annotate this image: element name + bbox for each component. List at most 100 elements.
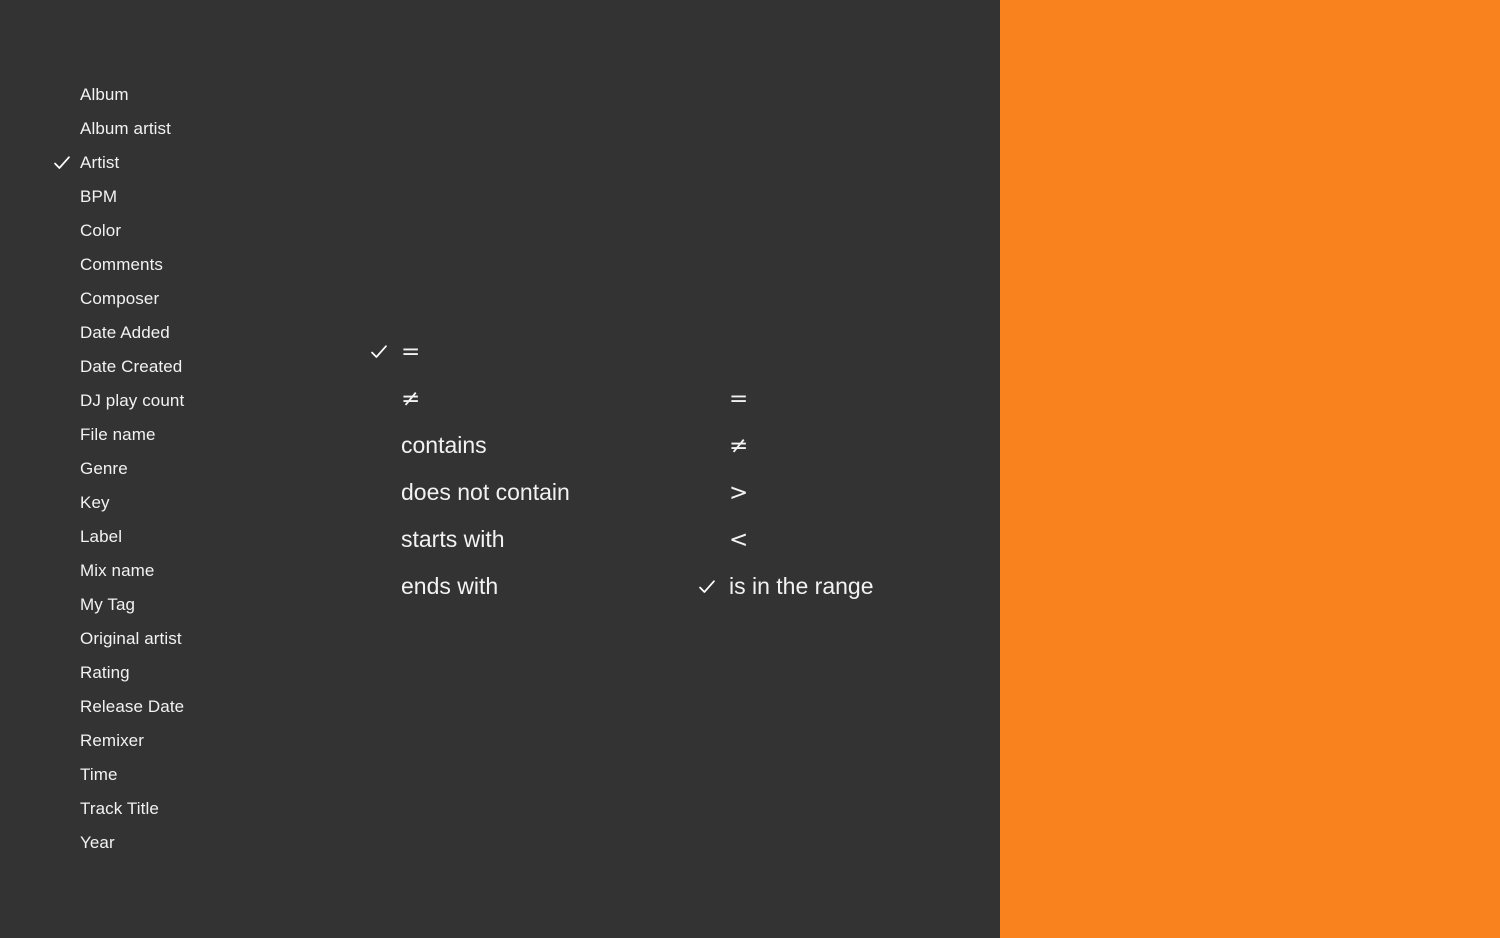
checkmark-icon-placeholder: [52, 629, 72, 649]
checkmark-icon-placeholder: [52, 561, 72, 581]
menu-item-comments[interactable]: Comments: [0, 248, 260, 282]
checkmark-icon-placeholder: [367, 483, 391, 503]
checkmark-icon: [695, 577, 719, 597]
checkmark-icon-placeholder: [52, 765, 72, 785]
menu-item-label: Comments: [80, 255, 163, 274]
menu-item-less-than[interactable]: <: [660, 516, 960, 563]
checkmark-icon-placeholder: [52, 663, 72, 683]
checkmark-icon-placeholder: [52, 391, 72, 411]
checkmark-icon-placeholder: [52, 323, 72, 343]
menu-item-color[interactable]: Color: [0, 214, 260, 248]
menu-item-label: Date Created: [80, 357, 183, 376]
menu-item-composer[interactable]: Composer: [0, 282, 260, 316]
menu-item-mix-name[interactable]: Mix name: [0, 554, 260, 588]
menu-item-ends-with[interactable]: ends with: [330, 563, 620, 610]
checkmark-icon-placeholder: [695, 436, 719, 456]
menu-item-label: Album: [80, 85, 129, 104]
menu-item-label: =: [729, 385, 749, 412]
menu-item-year[interactable]: Year: [0, 826, 260, 860]
checkmark-icon-placeholder: [52, 799, 72, 819]
checkmark-icon-placeholder: [52, 425, 72, 445]
menu-item-date-created[interactable]: Date Created: [0, 350, 260, 384]
menu-item-label: Artist: [80, 153, 120, 172]
menu-item-not-equals[interactable]: ≠: [330, 375, 620, 422]
menu-item-label: starts with: [401, 526, 505, 552]
menu-item-label: Album artist: [80, 119, 171, 138]
menu-item-greater-than[interactable]: >: [660, 469, 960, 516]
menu-item-label: Year: [80, 833, 115, 852]
menu-item-artist[interactable]: Artist: [0, 146, 260, 180]
menu-item-equals[interactable]: =: [330, 328, 620, 375]
checkmark-icon-placeholder: [52, 493, 72, 513]
menu-item-label: <: [729, 526, 749, 553]
menu-item-label: Label: [80, 527, 123, 546]
menu-item-original-artist[interactable]: Original artist: [0, 622, 260, 656]
menu-item-does-not-contain[interactable]: does not contain: [330, 469, 620, 516]
menu-item-rating[interactable]: Rating: [0, 656, 260, 690]
checkmark-icon: [367, 342, 391, 362]
menu-item-label[interactable]: Label: [0, 520, 260, 554]
menu-item-album-artist[interactable]: Album artist: [0, 112, 260, 146]
menu-item-my-tag[interactable]: My Tag: [0, 588, 260, 622]
checkmark-icon-placeholder: [367, 436, 391, 456]
menu-item-label: Time: [80, 765, 118, 784]
checkmark-icon: [52, 153, 72, 173]
checkmark-icon-placeholder: [695, 389, 719, 409]
menu-item-bpm[interactable]: BPM: [0, 180, 260, 214]
checkmark-icon-placeholder: [52, 221, 72, 241]
menu-item-label: Color: [80, 221, 122, 240]
checkmark-icon-placeholder: [52, 119, 72, 139]
menu-item-starts-with[interactable]: starts with: [330, 516, 620, 563]
menu-item-contains[interactable]: contains: [330, 422, 620, 469]
menu-item-track-title[interactable]: Track Title: [0, 792, 260, 826]
menu-item-label: ends with: [401, 573, 499, 599]
menu-item-label: does not contain: [401, 479, 570, 505]
app-screen: Album Album artist Artist BPM Color Comments C…: [0, 0, 1500, 938]
menu-item-label: Release Date: [80, 697, 185, 716]
menu-item-label: BPM: [80, 187, 118, 206]
checkmark-icon-placeholder: [52, 85, 72, 105]
menu-item-label: Mix name: [80, 561, 155, 580]
menu-item-label: File name: [80, 425, 156, 444]
menu-item-label: Original artist: [80, 629, 182, 648]
checkmark-icon-placeholder: [52, 595, 72, 615]
menu-item-date-added[interactable]: Date Added: [0, 316, 260, 350]
menu-item-not-equals[interactable]: ≠: [660, 422, 960, 469]
menu-item-label: Key: [80, 493, 110, 512]
menu-item-label: Composer: [80, 289, 160, 308]
menu-item-label: =: [401, 338, 421, 365]
checkmark-icon-placeholder: [52, 459, 72, 479]
checkmark-icon-placeholder: [367, 577, 391, 597]
menu-item-label: My Tag: [80, 595, 136, 614]
menu-item-label: ≠: [401, 385, 421, 412]
menu-item-time[interactable]: Time: [0, 758, 260, 792]
menu-item-label: >: [729, 479, 749, 506]
numeric-operator-menu: = ≠ > < is in the range: [660, 375, 960, 610]
filter-field-menu: Album Album artist Artist BPM Color Comments C…: [0, 78, 260, 860]
menu-item-label: is in the range: [729, 573, 874, 599]
menu-item-dj-play-count[interactable]: DJ play count: [0, 384, 260, 418]
menu-item-album[interactable]: Album: [0, 78, 260, 112]
orange-background-panel: [1000, 0, 1500, 938]
menu-item-equals[interactable]: =: [660, 375, 960, 422]
checkmark-icon-placeholder: [52, 527, 72, 547]
checkmark-icon-placeholder: [695, 483, 719, 503]
checkmark-icon-placeholder: [367, 389, 391, 409]
menu-item-label: Genre: [80, 459, 128, 478]
menu-item-release-date[interactable]: Release Date: [0, 690, 260, 724]
checkmark-icon-placeholder: [52, 731, 72, 751]
checkmark-icon-placeholder: [52, 833, 72, 853]
checkmark-icon-placeholder: [52, 187, 72, 207]
checkmark-icon-placeholder: [695, 530, 719, 550]
menu-item-genre[interactable]: Genre: [0, 452, 260, 486]
menu-item-label: ≠: [729, 432, 749, 459]
menu-item-label: contains: [401, 432, 487, 458]
menu-item-is-in-the-range[interactable]: is in the range: [660, 563, 960, 610]
menu-item-file-name[interactable]: File name: [0, 418, 260, 452]
menu-item-label: Remixer: [80, 731, 144, 750]
menu-item-remixer[interactable]: Remixer: [0, 724, 260, 758]
string-operator-menu: = ≠ contains does not contain starts with end…: [330, 328, 620, 610]
checkmark-icon-placeholder: [52, 255, 72, 275]
checkmark-icon-placeholder: [52, 697, 72, 717]
menu-item-key[interactable]: Key: [0, 486, 260, 520]
